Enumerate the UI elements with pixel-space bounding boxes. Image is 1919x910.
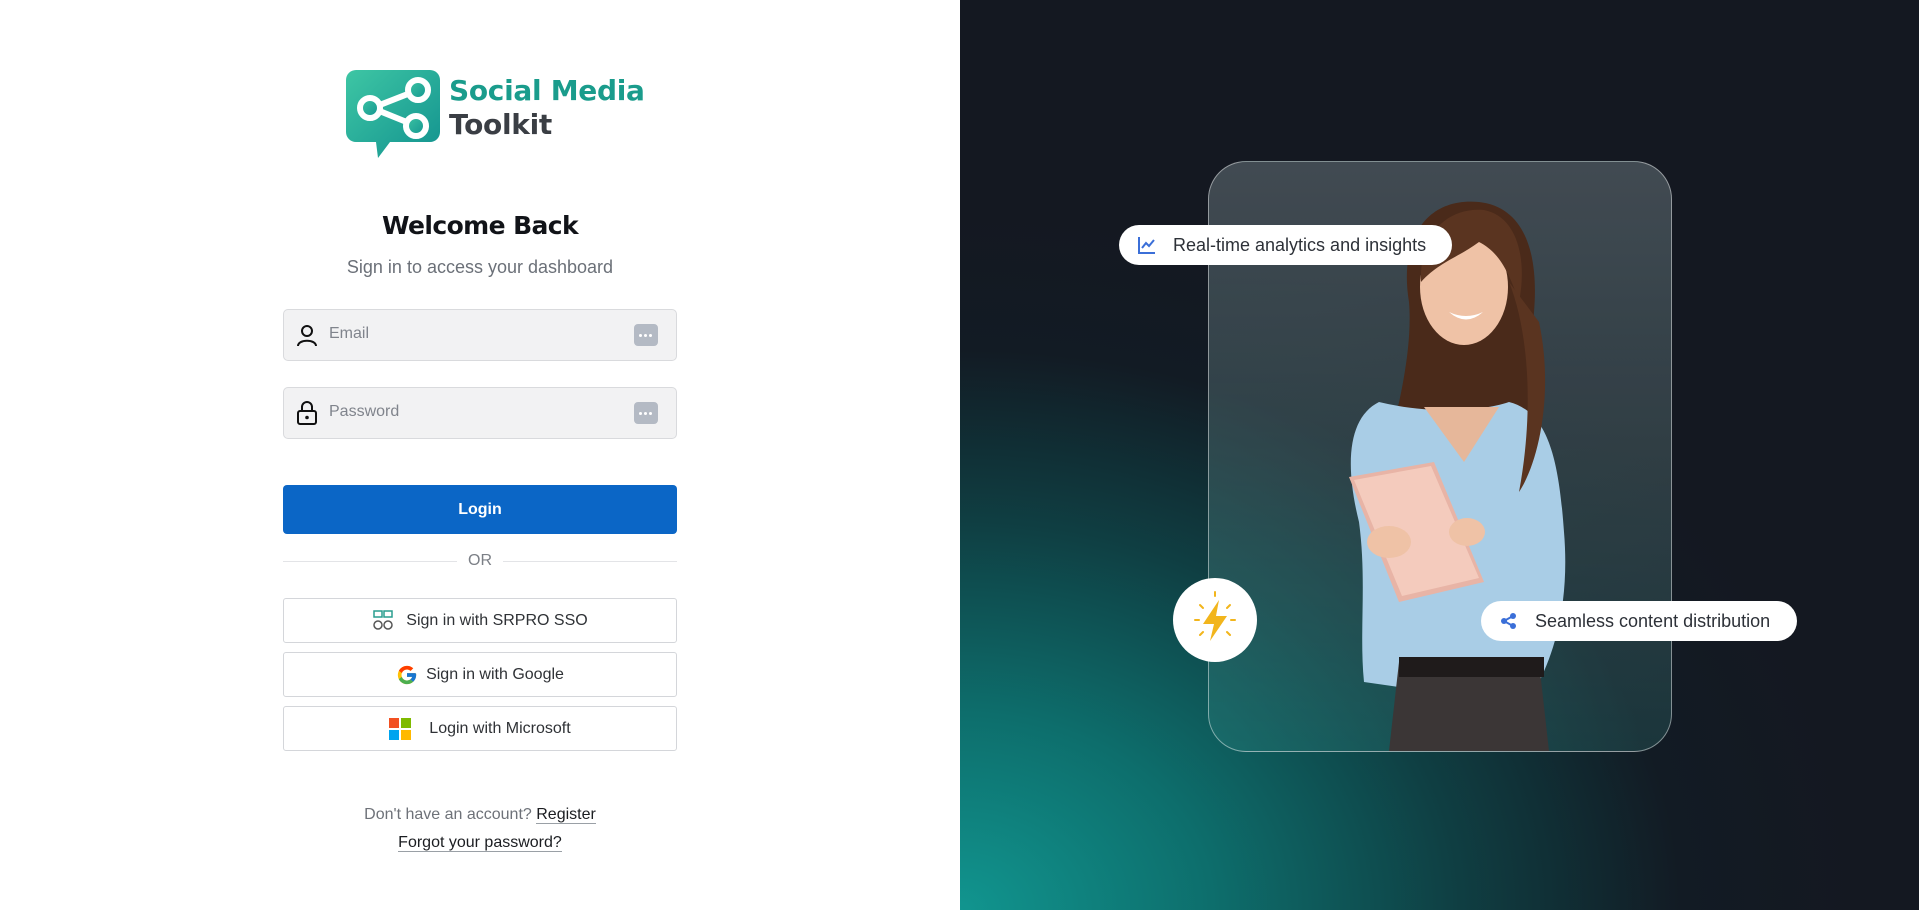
- password-placeholder: Password: [329, 403, 400, 420]
- lock-icon: [294, 400, 320, 426]
- feature-pill-distribution: Seamless content distribution: [1481, 601, 1797, 641]
- email-placeholder: Email: [329, 325, 370, 342]
- sso-sign-in-button[interactable]: Sign in with SRPRO SSO: [283, 598, 677, 643]
- google-sign-in-button[interactable]: Sign in with Google: [283, 652, 677, 697]
- brand-logo: Social Media Toolkit: [346, 70, 645, 160]
- google-icon: [396, 664, 418, 686]
- sso-button-label: Sign in with SRPRO SSO: [406, 611, 588, 629]
- lightning-bolt-badge: [1173, 578, 1257, 662]
- microsoft-sign-in-button[interactable]: Login with Microsoft: [283, 706, 677, 751]
- or-label: OR: [468, 552, 492, 569]
- register-link[interactable]: Register: [536, 806, 596, 824]
- page-subtitle: Sign in to access your dashboard: [346, 257, 614, 277]
- chart-line-icon: [1137, 235, 1157, 255]
- feature-analytics-label: Real-time analytics and insights: [1173, 234, 1427, 255]
- google-button-label: Sign in with Google: [426, 665, 564, 683]
- share-icon: [1499, 611, 1519, 631]
- user-icon: [294, 322, 320, 348]
- password-manager-icon[interactable]: [634, 402, 658, 424]
- microsoft-icon: [389, 717, 412, 740]
- brand-name-line2: Toolkit: [449, 108, 552, 141]
- feature-distribution-label: Seamless content distribution: [1535, 610, 1771, 631]
- email-field[interactable]: Email: [283, 309, 677, 361]
- password-manager-icon[interactable]: [634, 324, 658, 346]
- hero-panel: Real-time analytics and insights Seamles…: [960, 0, 1919, 910]
- brand-name-line1: Social Media: [449, 74, 645, 107]
- login-panel: Social Media Toolkit Welcome Back Sign i…: [0, 0, 960, 910]
- login-button[interactable]: Login: [283, 485, 677, 534]
- share-bubble-logo-icon: [346, 70, 441, 160]
- lightning-bolt-icon: [1194, 591, 1236, 641]
- forgot-password-link[interactable]: Forgot your password?: [398, 834, 562, 852]
- feature-pill-analytics: Real-time analytics and insights: [1119, 225, 1452, 265]
- or-divider: OR: [283, 552, 677, 572]
- srpro-logo-icon: [372, 609, 394, 632]
- page-title: Welcome Back: [381, 211, 579, 240]
- password-field[interactable]: Password: [283, 387, 677, 439]
- microsoft-button-label: Login with Microsoft: [429, 719, 571, 737]
- no-account-text: Don't have an account?: [364, 806, 532, 823]
- register-prompt: Don't have an account? Register: [283, 806, 677, 824]
